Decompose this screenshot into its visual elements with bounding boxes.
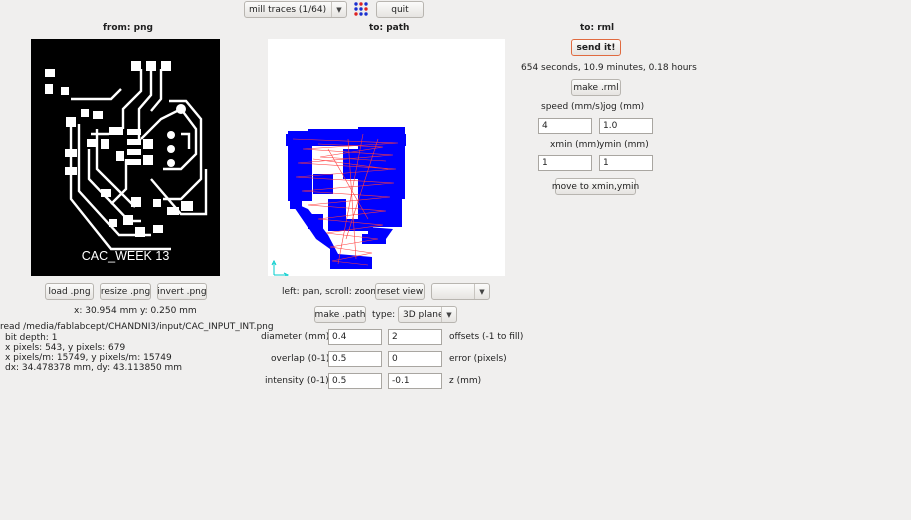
type-select[interactable]: 3D plane ▼	[398, 306, 457, 323]
pixel-count-info: x pixels: 543, y pixels: 679	[5, 343, 126, 353]
z-label: z (mm)	[449, 376, 482, 386]
type-select-value: 3D plane	[403, 309, 441, 320]
speed-field[interactable]	[538, 118, 592, 134]
board-label: CAC_WEEK 13	[81, 249, 170, 263]
load-png-button[interactable]: load .png	[45, 283, 94, 300]
send-it-button[interactable]: send it!	[571, 39, 621, 56]
offsets-field[interactable]	[388, 329, 442, 345]
toolpath-canvas[interactable]	[268, 39, 505, 278]
resize-png-button[interactable]: resize .png	[100, 283, 151, 300]
make-rml-button[interactable]: make .rml	[571, 79, 621, 96]
chevron-down-icon: ▼	[441, 307, 456, 322]
type-label: type:	[372, 310, 396, 320]
xmin-field[interactable]	[538, 155, 592, 171]
invert-png-button[interactable]: invert .png	[157, 283, 207, 300]
pcb-preview-image: CAC_WEEK 13	[31, 39, 220, 276]
ymin-label: ymin (mm)	[599, 140, 649, 150]
reset-view-button[interactable]: reset view	[375, 283, 425, 300]
pcb-traces-graphic	[45, 61, 208, 251]
speed-label: speed (mm/s)	[541, 102, 604, 112]
intensity-label: intensity (0-1)	[265, 376, 329, 386]
pixel-density-info: x pixels/m: 15749, y pixels/m: 15749	[5, 353, 172, 363]
diameter-field[interactable]	[328, 329, 382, 345]
diameter-label: diameter (mm)	[261, 332, 330, 342]
process-select[interactable]: mill traces (1/64) ▼	[244, 1, 347, 18]
path-panel-header: to: path	[369, 23, 410, 33]
png-panel-header: from: png	[103, 23, 153, 33]
make-path-button[interactable]: make .path	[314, 306, 366, 323]
view-select[interactable]: ▼	[431, 283, 490, 300]
ymin-field[interactable]	[599, 155, 653, 171]
jog-label: jog (mm)	[603, 102, 645, 112]
error-label: error (pixels)	[449, 354, 507, 364]
rml-panel-header: to: rml	[580, 23, 615, 33]
quit-button[interactable]: quit	[376, 1, 424, 18]
bit-depth-info: bit depth: 1	[5, 333, 58, 343]
file-path-info: read /media/fablabcept/CHANDNI3/input/CA…	[0, 322, 274, 332]
error-field[interactable]	[388, 351, 442, 367]
dimensions-info: dx: 34.478378 mm, dy: 43.113850 mm	[5, 363, 183, 373]
axis-indicator-icon	[271, 259, 290, 278]
xmin-label: xmin (mm)	[550, 140, 600, 150]
chevron-down-icon: ▼	[331, 2, 346, 17]
move-to-origin-button[interactable]: move to xmin,ymin	[552, 178, 639, 195]
jog-field[interactable]	[599, 118, 653, 134]
process-select-value: mill traces (1/64)	[249, 4, 327, 15]
offsets-label: offsets (-1 to fill)	[449, 332, 524, 342]
overlap-field[interactable]	[328, 351, 382, 367]
z-field[interactable]	[388, 373, 442, 389]
nav-hint: left: pan, scroll: zoom	[282, 287, 380, 297]
cursor-coordinates: x: 30.954 mm y: 0.250 mm	[74, 306, 197, 316]
overlap-label: overlap (0-1)	[271, 354, 330, 364]
apps-grid-icon[interactable]	[353, 1, 369, 17]
time-estimate: 654 seconds, 10.9 minutes, 0.18 hours	[521, 63, 697, 73]
intensity-field[interactable]	[328, 373, 382, 389]
chevron-down-icon: ▼	[474, 284, 489, 299]
toolpath-graphic	[271, 127, 406, 278]
